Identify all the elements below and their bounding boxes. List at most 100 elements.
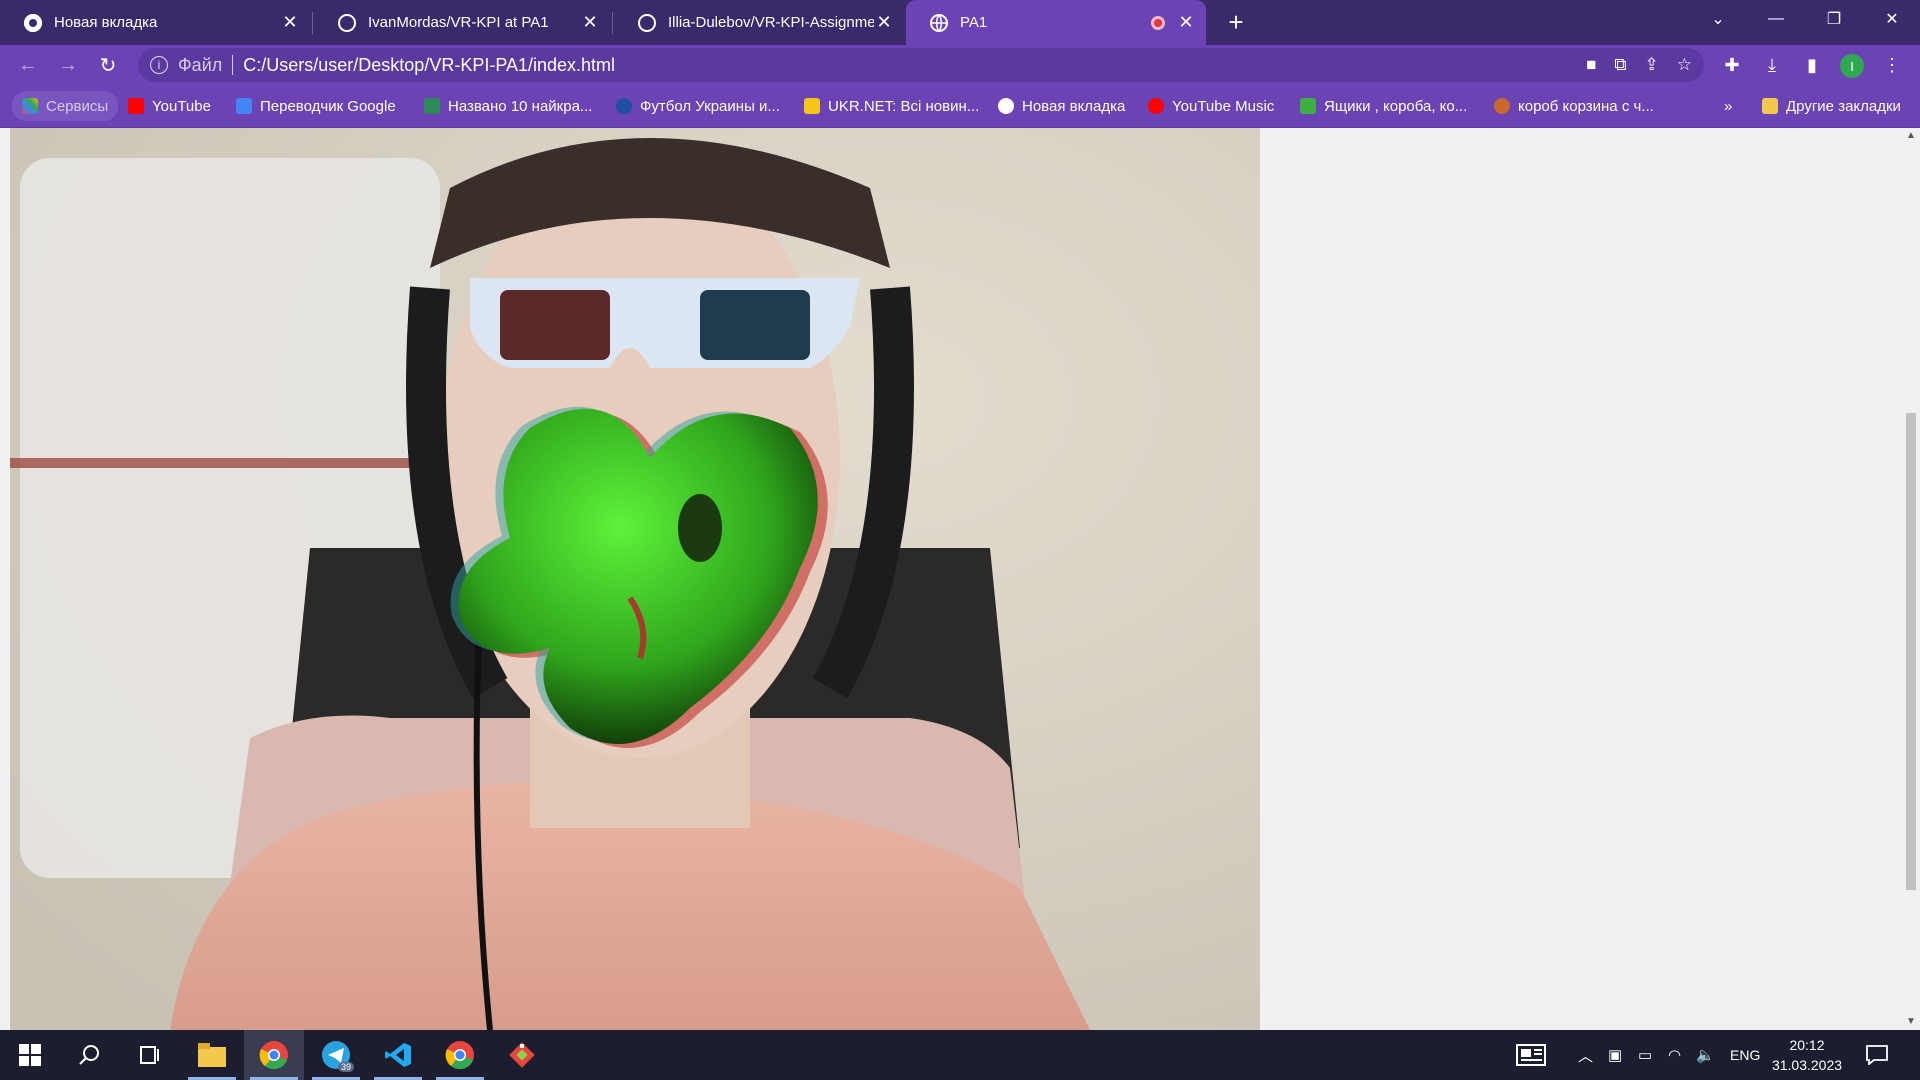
bookmark-basket[interactable]: короб корзина с ч... xyxy=(1494,91,1654,121)
globe-icon xyxy=(930,13,948,32)
bookmark-label: UKR.NET: Всі новин... xyxy=(828,97,980,115)
tab-github-ivanmordas[interactable]: IvanMordas/VR-KPI at PA1 ✕ xyxy=(314,0,610,45)
red-stripe xyxy=(10,458,450,468)
tab-label: Illia-Dulebov/VR-KPI-Assignment xyxy=(668,14,874,31)
bookmark-label: Ящики , короба, ко... xyxy=(1324,97,1468,115)
url-text[interactable]: C:/Users/user/Desktop/VR-KPI-PA1/index.h… xyxy=(243,55,615,76)
share-icon[interactable]: ⇪ xyxy=(1645,55,1659,75)
close-icon[interactable]: ✕ xyxy=(280,12,300,33)
file-explorer-icon xyxy=(198,1043,226,1067)
address-bar[interactable]: i Файл C:/Users/user/Desktop/VR-KPI-PA1/… xyxy=(138,48,1704,82)
close-window-button[interactable]: ✕ xyxy=(1864,0,1920,38)
bookmarks-bar: Сервисы YouTube Переводчик Google Назван… xyxy=(0,85,1920,128)
tab-search-icon[interactable]: ⌄ xyxy=(1690,0,1746,38)
webcam-video xyxy=(10,128,1260,1030)
git-icon xyxy=(509,1042,535,1068)
reload-button[interactable]: ↻ xyxy=(92,49,124,81)
ukrnet-icon xyxy=(804,98,820,114)
restore-button[interactable]: ❐ xyxy=(1806,0,1862,38)
football-site-icon xyxy=(616,98,632,114)
start-button[interactable] xyxy=(0,1030,60,1080)
taskbar-git[interactable] xyxy=(492,1030,552,1080)
vscode-icon xyxy=(385,1043,411,1067)
tab-new-tab[interactable]: Новая вкладка ✕ xyxy=(0,0,310,45)
info-icon[interactable]: i xyxy=(150,56,168,74)
chrome-icon xyxy=(24,13,42,32)
system-clock[interactable]: 20:12 31.03.2023 xyxy=(1762,1035,1852,1075)
folder-icon xyxy=(1762,98,1778,114)
close-icon[interactable]: ✕ xyxy=(874,12,894,33)
avatar[interactable]: I xyxy=(1840,54,1864,78)
extensions-icon[interactable]: ✚ xyxy=(1716,49,1748,81)
translate-icon[interactable]: ⧉ xyxy=(1614,55,1626,75)
bookmark-label: Новая вкладка xyxy=(1022,97,1126,115)
scroll-up-icon[interactable]: ▲ xyxy=(1906,130,1916,142)
bookmark-football[interactable]: Футбол Украины и... xyxy=(616,91,780,121)
scroll-down-icon[interactable]: ▼ xyxy=(1906,1016,1916,1028)
taskbar-chrome[interactable] xyxy=(244,1030,304,1080)
bookmark-nazvano[interactable]: Названо 10 найкра... xyxy=(424,91,592,121)
chrome-icon xyxy=(259,1041,288,1070)
other-bookmarks-folder[interactable]: Другие закладки xyxy=(1762,91,1901,121)
bookmarks-overflow-button[interactable]: » xyxy=(1724,91,1732,121)
wifi-icon[interactable]: ◠ xyxy=(1668,1030,1681,1080)
search-icon xyxy=(79,1045,99,1065)
close-icon[interactable]: ✕ xyxy=(580,12,600,33)
taskbar-vscode[interactable] xyxy=(368,1030,428,1080)
cyan-lens xyxy=(700,290,810,360)
bookmark-youtube[interactable]: YouTube xyxy=(128,91,211,121)
bookmark-label: короб корзина с ч... xyxy=(1518,97,1654,115)
webcam-scene xyxy=(10,128,1260,1030)
bookmark-boxes[interactable]: Ящики , короба, ко... xyxy=(1300,91,1467,121)
bookmark-youtube-music[interactable]: YouTube Music xyxy=(1148,91,1274,121)
windows-taskbar: 39 ︿ ▣ ▭ ◠ 🔈 ENG 20:12 31.03.2023 xyxy=(0,1030,1920,1080)
taskbar-chrome-profile[interactable] xyxy=(430,1030,490,1080)
camera-icon[interactable]: ■ xyxy=(1586,55,1596,75)
tab-pa1[interactable]: PA1 ✕ xyxy=(906,0,1206,45)
bookmark-new-tab[interactable]: Новая вкладка xyxy=(998,91,1125,121)
new-tab-button[interactable]: + xyxy=(1220,6,1252,38)
notifications-icon[interactable] xyxy=(1866,1030,1888,1080)
tab-github-illia[interactable]: Illia-Dulebov/VR-KPI-Assignment ✕ xyxy=(614,0,904,45)
github-icon xyxy=(338,13,356,32)
forward-button[interactable]: → xyxy=(52,49,84,81)
recording-icon xyxy=(1148,13,1168,33)
back-button[interactable]: ← xyxy=(12,49,44,81)
close-icon[interactable]: ✕ xyxy=(1176,12,1196,33)
search-button[interactable] xyxy=(60,1030,120,1080)
chevron-up-icon[interactable]: ︿ xyxy=(1578,1030,1593,1080)
task-view-button[interactable] xyxy=(120,1030,180,1080)
camera-tray-icon[interactable]: ▣ xyxy=(1608,1030,1622,1080)
news-widget-icon[interactable] xyxy=(1516,1030,1546,1080)
bookmark-ukrnet[interactable]: UKR.NET: Всі новин... xyxy=(804,91,979,121)
side-panel-icon[interactable]: ▮ xyxy=(1796,49,1828,81)
bookmark-google-translate[interactable]: Переводчик Google xyxy=(236,91,396,121)
tab-label: IvanMordas/VR-KPI at PA1 xyxy=(368,14,549,31)
menu-icon[interactable]: ⋮ xyxy=(1876,49,1908,81)
basket-site-icon xyxy=(1494,98,1510,114)
download-icon[interactable]: ⤓ xyxy=(1756,49,1788,81)
file-label: Файл xyxy=(178,54,223,75)
taskbar-telegram[interactable]: 39 xyxy=(306,1030,366,1080)
apps-grid-icon xyxy=(22,98,38,114)
bookmark-apps[interactable]: Сервисы xyxy=(12,91,119,121)
bookmark-label: Сервисы xyxy=(46,97,109,115)
youtube-music-icon xyxy=(1148,98,1164,114)
page-content: ▲ ▼ xyxy=(0,128,1920,1030)
notification-badge: 39 xyxy=(337,1062,354,1072)
taskbar-file-explorer[interactable] xyxy=(182,1030,242,1080)
youtube-icon xyxy=(128,98,144,114)
minimize-button[interactable]: — xyxy=(1748,0,1804,38)
chrome-profile-icon xyxy=(445,1041,474,1070)
github-icon xyxy=(638,13,656,32)
star-icon[interactable]: ☆ xyxy=(1677,55,1692,75)
omnibox-actions: ■ ⧉ ⇪ ☆ xyxy=(1586,48,1692,82)
scrollbar-thumb[interactable] xyxy=(1906,413,1916,890)
language-indicator[interactable]: ENG xyxy=(1730,1030,1760,1080)
scrollbar[interactable]: ▲ ▼ xyxy=(1902,128,1920,1030)
task-view-icon xyxy=(140,1046,159,1064)
google-translate-icon xyxy=(236,98,252,114)
tab-label: PA1 xyxy=(960,14,988,31)
volume-icon[interactable]: 🔈 xyxy=(1696,1030,1715,1080)
battery-icon[interactable]: ▭ xyxy=(1638,1030,1652,1080)
